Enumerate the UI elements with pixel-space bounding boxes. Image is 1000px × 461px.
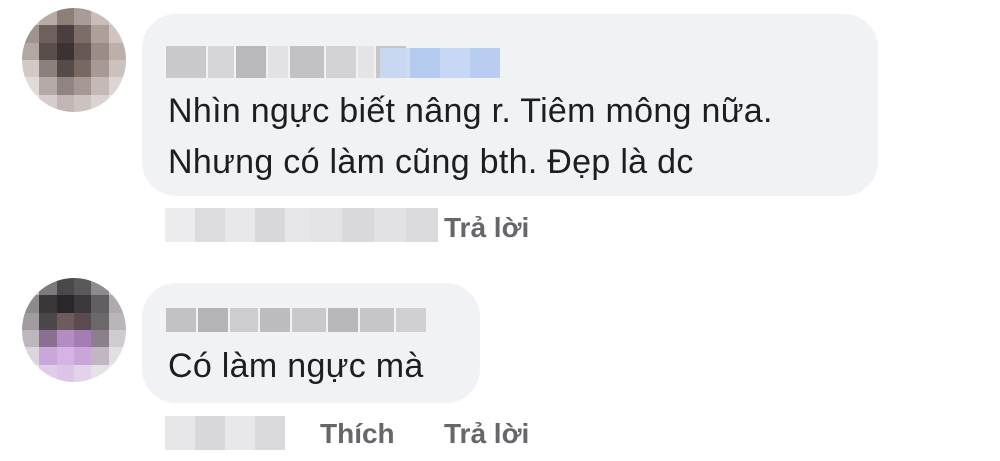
like-button[interactable] [310, 208, 438, 242]
like-button[interactable]: Thích [320, 418, 395, 450]
comment-text-line: Nhìn ngực biết nâng r. Tiêm mông nữa. [168, 92, 773, 130]
commenter-name[interactable] [166, 46, 406, 78]
top-fan-badge [380, 48, 500, 78]
avatar[interactable] [22, 8, 126, 112]
comment-text-line: Nhưng có làm cũng bth. Đẹp là dc [168, 143, 694, 181]
reply-button[interactable]: Trả lời [444, 418, 529, 450]
commenter-name[interactable] [166, 308, 426, 332]
comment-timestamp[interactable] [165, 416, 285, 450]
avatar[interactable] [22, 278, 126, 382]
reply-button[interactable]: Trả lời [444, 212, 529, 244]
comment-text-line: Có làm ngực mà [168, 347, 424, 385]
